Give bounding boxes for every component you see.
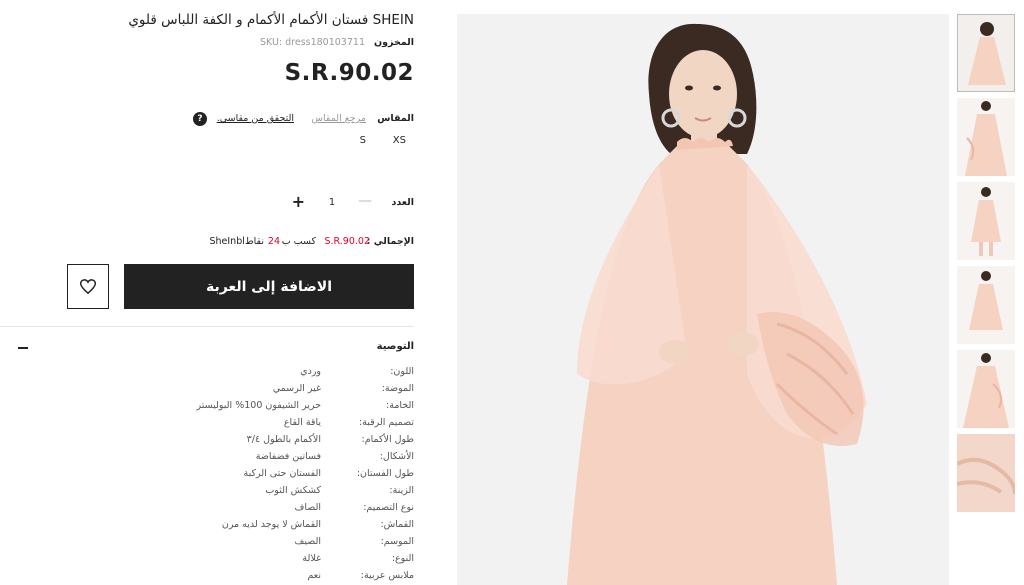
attribute-row: اللون: وردي bbox=[154, 366, 414, 383]
heart-icon bbox=[80, 279, 96, 294]
earn-points-text: كسب ب bbox=[281, 236, 316, 247]
attribute-row: النوع: غلالة bbox=[154, 553, 414, 570]
attribute-row: نوع التصميم: الصاف bbox=[154, 502, 414, 519]
product-title: SHEIN فستان الأكمام الأكمام و الكفة اللب… bbox=[128, 12, 414, 28]
quantity-value[interactable]: 1 bbox=[329, 197, 335, 208]
thumbnail-photo bbox=[957, 350, 1015, 428]
attribute-key: طول الأكمام: bbox=[361, 434, 414, 445]
attribute-key: الأشكال: bbox=[379, 451, 414, 462]
attribute-key: نوع التصميم: bbox=[363, 502, 414, 513]
attribute-value: القماش لا يوجد لديه مرن bbox=[221, 519, 321, 530]
description-title: التوصية bbox=[376, 341, 414, 352]
size-row: المقاس مرجع المقاس التحقق من مقاسي. ? bbox=[114, 112, 414, 128]
attribute-key: النوع: bbox=[391, 553, 414, 564]
thumbnail-6[interactable] bbox=[957, 434, 1015, 512]
total-line: الإجمالي : S.R.90.02 كسب ب 24 نقاطSheInb… bbox=[174, 236, 414, 250]
thumbnail-5[interactable] bbox=[957, 350, 1015, 428]
attribute-value: كشكش الثوب bbox=[265, 485, 321, 496]
attribute-value: الصاف bbox=[294, 502, 321, 513]
attribute-value: الأكمام بالطول ٣/٤ bbox=[246, 434, 321, 445]
description-header[interactable]: التوصية bbox=[0, 341, 414, 355]
check-my-size-link[interactable]: التحقق من مقاسي. bbox=[217, 113, 294, 124]
sku-line: المخزون SKU: dress180103711 bbox=[260, 37, 414, 48]
attribute-value: فساتين فضفاضة bbox=[255, 451, 321, 462]
add-to-cart-button[interactable]: الاضافة إلى العربة bbox=[124, 264, 414, 309]
plus-icon[interactable]: + bbox=[292, 192, 305, 211]
thumbnail-3[interactable] bbox=[957, 182, 1015, 260]
thumbnail-list bbox=[957, 14, 1017, 518]
points-value: 24 bbox=[267, 236, 280, 247]
quantity-label: العدد bbox=[391, 197, 414, 208]
total-label: الإجمالي : bbox=[366, 236, 414, 247]
points-unit: نقاطSheInbl bbox=[209, 236, 264, 247]
attribute-row: ملابس عربية: نعم bbox=[154, 570, 414, 585]
attribute-value: الفستان حتى الركبة bbox=[243, 468, 321, 479]
quantity-stepper: العدد — 1 + bbox=[274, 192, 414, 212]
thumbnail-photo bbox=[957, 434, 1015, 512]
attribute-key: ملابس عربية: bbox=[360, 570, 414, 581]
product-info-panel: SHEIN فستان الأكمام الأكمام و الكفة اللب… bbox=[0, 0, 414, 585]
sku-value: SKU: dress180103711 bbox=[259, 37, 365, 48]
attribute-value: حرير الشيفون 100% البوليستر bbox=[196, 400, 321, 411]
attribute-row: القماش: القماش لا يوجد لديه مرن bbox=[154, 519, 414, 536]
attribute-value: وردي bbox=[300, 366, 321, 377]
sku-label: المخزون bbox=[374, 37, 414, 48]
attribute-row: الموضة: غير الرسمي bbox=[154, 383, 414, 400]
size-option-s[interactable]: S bbox=[360, 135, 366, 146]
thumbnail-photo bbox=[957, 266, 1015, 344]
attribute-value: غلالة bbox=[302, 553, 321, 564]
minus-icon[interactable] bbox=[18, 347, 28, 349]
wishlist-button[interactable] bbox=[67, 264, 109, 309]
thumbnail-2[interactable] bbox=[957, 98, 1015, 176]
attribute-key: الموضة: bbox=[381, 383, 414, 394]
attribute-row: تصميم الرقبة: ياقة القاع bbox=[154, 417, 414, 434]
thumbnail-4[interactable] bbox=[957, 266, 1015, 344]
attribute-row: الأشكال: فساتين فضفاضة bbox=[154, 451, 414, 468]
thumbnail-photo bbox=[957, 98, 1015, 176]
main-product-image[interactable] bbox=[457, 14, 949, 585]
attribute-key: الزينة: bbox=[389, 485, 414, 496]
minus-icon[interactable]: — bbox=[358, 193, 372, 209]
attribute-key: اللون: bbox=[390, 366, 414, 377]
attribute-row: الزينة: كشكش الثوب bbox=[154, 485, 414, 502]
thumbnail-photo bbox=[957, 182, 1015, 260]
attribute-key: الموسم: bbox=[380, 536, 414, 547]
attribute-row: الخامة: حرير الشيفون 100% البوليستر bbox=[154, 400, 414, 417]
attribute-value: غير الرسمي bbox=[272, 383, 321, 394]
attribute-value: الصيف bbox=[294, 536, 321, 547]
attribute-key: القماش: bbox=[380, 519, 414, 530]
model-photo bbox=[457, 14, 949, 585]
attribute-key: الخامة: bbox=[386, 400, 414, 411]
attribute-list: اللون: وردي الموضة: غير الرسمي الخامة: حرير… bbox=[154, 366, 414, 585]
attribute-key: تصميم الرقبة: bbox=[358, 417, 414, 428]
size-label: المقاس bbox=[377, 113, 414, 124]
attribute-row: طول الفستان: الفستان حتى الركبة bbox=[154, 468, 414, 485]
thumbnail-1[interactable] bbox=[957, 14, 1015, 92]
attribute-key: طول الفستان: bbox=[356, 468, 414, 479]
total-amount: S.R.90.02 bbox=[324, 236, 370, 247]
divider bbox=[0, 326, 414, 327]
attribute-row: طول الأكمام: الأكمام بالطول ٣/٤ bbox=[154, 434, 414, 451]
help-icon[interactable]: ? bbox=[193, 112, 207, 126]
thumbnail-photo bbox=[958, 15, 1014, 91]
attribute-value: ياقة القاع bbox=[283, 417, 321, 428]
size-reference-link[interactable]: مرجع المقاس bbox=[311, 113, 366, 124]
attribute-value: نعم bbox=[307, 570, 321, 581]
attribute-row: الموسم: الصيف bbox=[154, 536, 414, 553]
product-price: S.R.90.02 bbox=[284, 60, 414, 86]
size-option-xs[interactable]: XS bbox=[393, 135, 406, 146]
